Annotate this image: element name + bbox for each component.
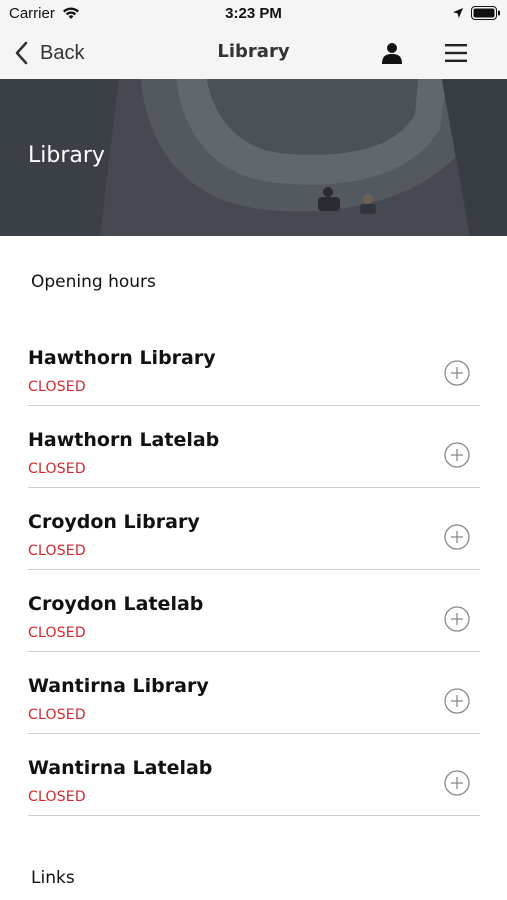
opening-hours-heading: Opening hours — [31, 272, 156, 292]
library-name: Croydon Latelab — [28, 593, 204, 615]
library-name: Hawthorn Library — [28, 347, 216, 369]
plus-circle-icon[interactable] — [444, 442, 470, 468]
profile-icon[interactable] — [380, 41, 404, 65]
list-item[interactable]: Hawthorn Latelab CLOSED — [28, 406, 480, 488]
plus-circle-icon[interactable] — [444, 770, 470, 796]
status-badge: CLOSED — [28, 789, 86, 805]
hero-title: Library — [28, 143, 105, 168]
list-item[interactable]: Wantirna Latelab CLOSED — [28, 734, 480, 816]
library-list: Hawthorn Library CLOSED Hawthorn Latelab… — [28, 324, 480, 816]
plus-circle-icon[interactable] — [444, 360, 470, 386]
list-item[interactable]: Wantirna Library CLOSED — [28, 652, 480, 734]
plus-circle-icon[interactable] — [444, 524, 470, 550]
list-item[interactable]: Croydon Latelab CLOSED — [28, 570, 480, 652]
library-name: Croydon Library — [28, 511, 200, 533]
hero-banner: Library — [0, 79, 507, 236]
list-item[interactable]: Hawthorn Library CLOSED — [28, 324, 480, 406]
status-badge: CLOSED — [28, 707, 86, 723]
menu-icon[interactable] — [444, 42, 468, 64]
page-title: Library — [217, 41, 290, 62]
status-badge: CLOSED — [28, 379, 86, 395]
status-badge: CLOSED — [28, 625, 86, 641]
status-bar: Carrier 3:23 PM — [0, 0, 507, 28]
library-name: Hawthorn Latelab — [28, 429, 220, 451]
battery-icon — [471, 6, 500, 20]
location-icon — [453, 8, 463, 18]
plus-circle-icon[interactable] — [444, 688, 470, 714]
library-name: Wantirna Latelab — [28, 757, 213, 779]
library-name: Wantirna Library — [28, 675, 209, 697]
links-heading: Links — [31, 868, 75, 888]
plus-circle-icon[interactable] — [444, 606, 470, 632]
list-item[interactable]: Croydon Library CLOSED — [28, 488, 480, 570]
navigation-bar: Back Library — [0, 28, 507, 79]
status-badge: CLOSED — [28, 461, 86, 477]
status-badge: CLOSED — [28, 543, 86, 559]
status-time: 3:23 PM — [225, 5, 282, 22]
